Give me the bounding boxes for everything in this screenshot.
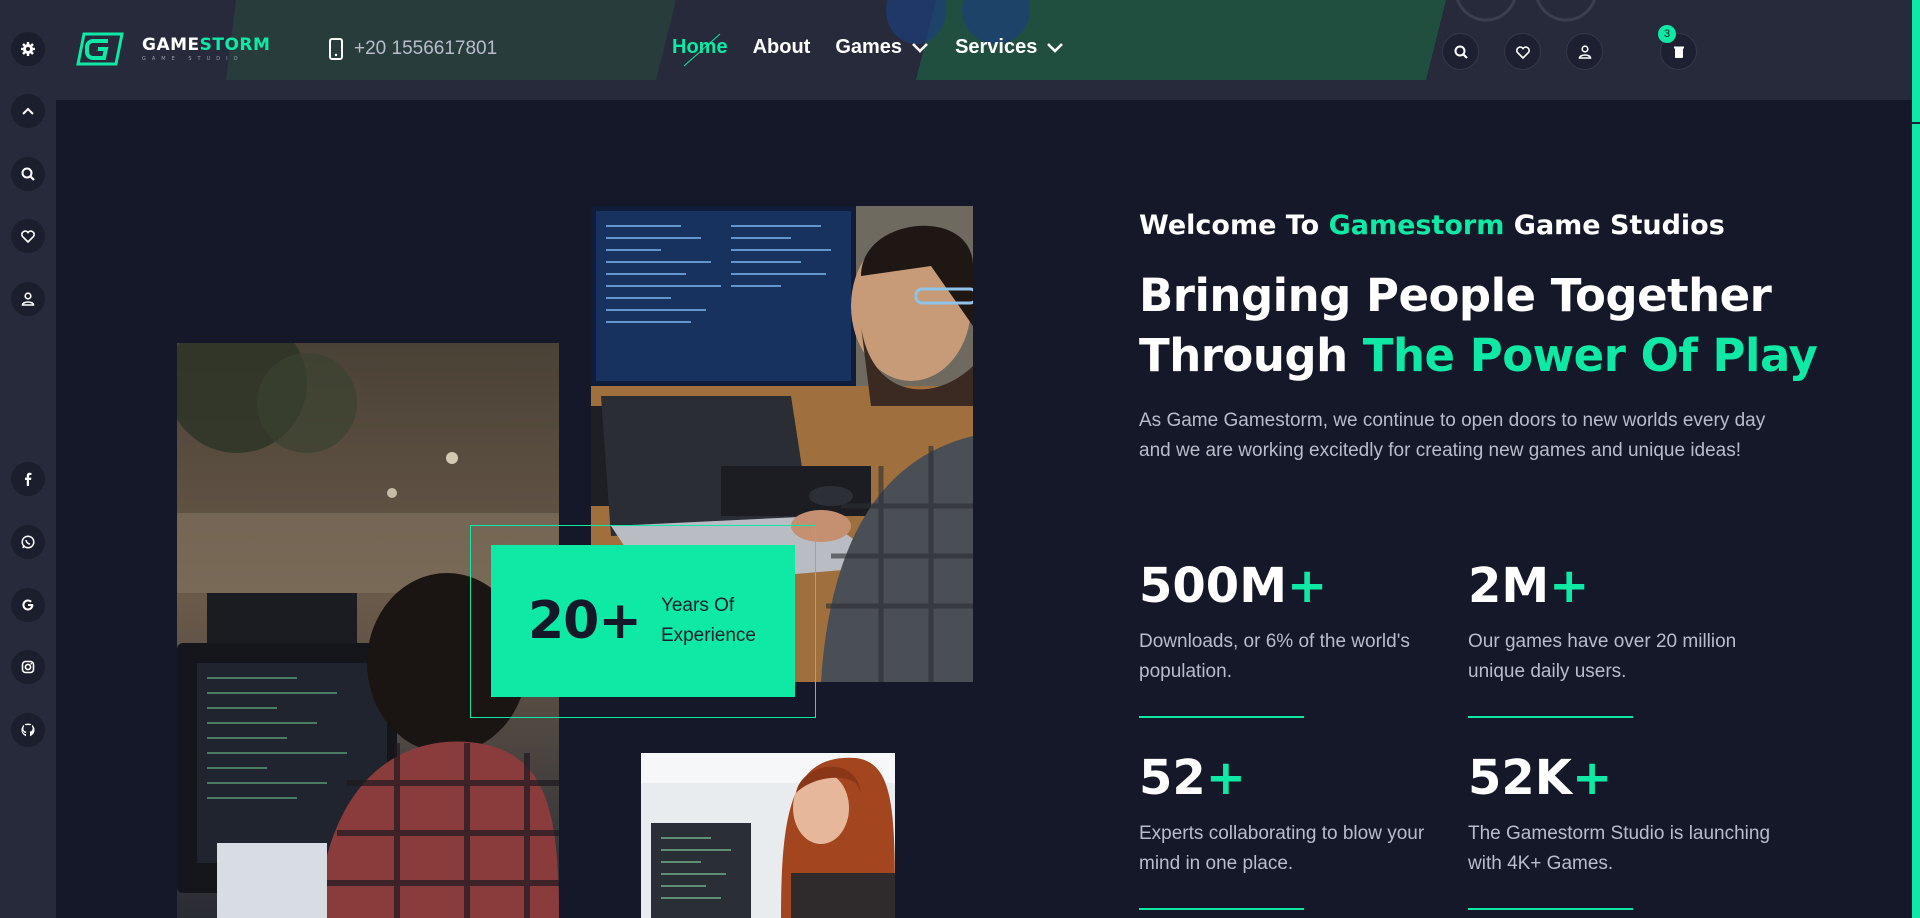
instagram-link[interactable] [11, 650, 45, 684]
experience-label-line1: Years Of [660, 595, 735, 616]
photo-developer-redhead [641, 753, 895, 918]
left-sidebar [0, 0, 56, 918]
stat-desc-line2: with 4K+ Games. [1468, 853, 1614, 874]
github-link[interactable] [11, 713, 45, 747]
stat-plus: + [1286, 558, 1328, 614]
heart-icon [1515, 45, 1530, 59]
headline-highlight: The Power Of Play [1362, 329, 1818, 382]
stat-value: 2M [1468, 558, 1550, 614]
experience-number: 20+ [528, 591, 642, 651]
stat-desc-line2: mind in one place. [1139, 853, 1294, 874]
intro-paragraph: As Game Gamestorm, we continue to open d… [1139, 410, 1766, 461]
stat-plus: + [1572, 750, 1613, 806]
stat-plus: + [1549, 558, 1590, 614]
stat-value: 52K [1468, 750, 1572, 806]
scrollbar-thumb[interactable] [1912, 0, 1920, 122]
active-slash-icon [683, 33, 721, 67]
stat-divider [1468, 908, 1633, 910]
stat-divider [1468, 716, 1633, 718]
redhead-developer-photo-image [641, 753, 895, 918]
nav-games-label: Games [835, 36, 903, 58]
stat-desc-line1: Experts collaborating to blow your [1139, 823, 1425, 844]
stat-games: 52K+ The Gamestorm Studio is launching wi… [1468, 752, 1788, 879]
main-navigation: Home About Games Services [672, 33, 1090, 67]
header-search-button[interactable] [1442, 33, 1479, 70]
user-icon [21, 292, 35, 306]
gamestorm-logo-icon [76, 32, 124, 66]
stat-divider [1139, 716, 1304, 718]
nav-services[interactable]: Services [955, 36, 1065, 59]
search-icon [21, 167, 35, 181]
scroll-top-button[interactable] [11, 94, 45, 128]
stat-downloads: 500M+ Downloads, or 6% of the world's pop… [1139, 560, 1459, 687]
welcome-brand: Gamestorm [1328, 210, 1505, 241]
experience-badge: 20+ Years Of Experience [491, 545, 795, 697]
experience-label-line2: Experience [660, 625, 756, 646]
hero-headline: Bringing People Together Through The Pow… [1139, 266, 1818, 386]
phone-number: +20 1556617801 [354, 38, 498, 59]
nav-about[interactable]: About [753, 36, 811, 59]
phone-icon [329, 38, 343, 60]
page-scrollbar[interactable] [1912, 0, 1920, 918]
facebook-icon [25, 472, 32, 486]
brand-tagline: GAME STUDIO [142, 55, 244, 62]
stat-desc-line2: unique daily users. [1468, 661, 1627, 682]
stat-desc-line2: population. [1139, 661, 1232, 682]
whatsapp-link[interactable] [11, 525, 45, 559]
brand-logo[interactable]: GAMESTORM GAME STUDIO [76, 30, 270, 68]
welcome-prefix: Welcome To [1139, 210, 1329, 241]
chevron-up-icon [22, 107, 34, 115]
stat-value: 52 [1139, 750, 1206, 806]
cart-icon [1673, 46, 1684, 58]
scrollbar-track[interactable] [1912, 124, 1920, 918]
google-icon [22, 599, 34, 611]
search-icon [1454, 45, 1468, 59]
whatsapp-icon [21, 535, 35, 549]
github-icon [21, 723, 35, 737]
stat-desc-line1: Downloads, or 6% of the world's [1139, 631, 1410, 652]
rail-wishlist-button[interactable] [11, 219, 45, 253]
nav-games[interactable]: Games [835, 36, 930, 59]
instagram-icon [21, 660, 35, 674]
facebook-link[interactable] [11, 462, 45, 496]
brand-name-part1: GAME [142, 34, 200, 55]
phone-contact[interactable]: +20 1556617801 [328, 38, 497, 60]
stat-value: 500M [1139, 558, 1287, 614]
gear-icon [21, 42, 35, 56]
user-icon [1578, 44, 1591, 59]
rail-search-button[interactable] [11, 157, 45, 191]
headline-line2-prefix: Through [1139, 329, 1363, 382]
google-link[interactable] [11, 588, 45, 622]
cart-count-badge: 3 [1658, 25, 1676, 43]
headline-line1: Bringing People Together [1139, 269, 1772, 322]
stat-desc-line1: The Gamestorm Studio is launching [1468, 823, 1771, 844]
experience-label: Years Of Experience [661, 591, 756, 651]
chevron-down-icon [912, 42, 928, 53]
welcome-subtitle: Welcome To Gamestorm Game Studios [1139, 210, 1725, 241]
stat-desc-line1: Our games have over 20 million [1468, 631, 1737, 652]
nav-home[interactable]: Home [672, 33, 728, 67]
stat-plus: + [1205, 750, 1247, 806]
header-account-button[interactable] [1566, 33, 1603, 70]
brand-name-part2: STORM [199, 34, 271, 55]
header-cart-button[interactable]: 3 [1658, 25, 1697, 70]
heart-icon [21, 230, 35, 244]
stat-divider [1139, 908, 1304, 910]
chevron-down-icon [1047, 42, 1064, 53]
headline-line2: Through The Power Of Play [1139, 326, 1818, 386]
header-wishlist-button[interactable] [1504, 33, 1541, 70]
rail-account-button[interactable] [11, 282, 45, 316]
settings-gear-button[interactable] [11, 32, 45, 66]
stat-experts: 52+ Experts collaborating to blow your mi… [1139, 752, 1459, 879]
nav-about-label: About [752, 36, 811, 58]
nav-services-label: Services [955, 36, 1038, 58]
welcome-suffix: Game Studios [1504, 210, 1725, 241]
top-header: GAMESTORM GAME STUDIO +20 1556617801 Hom… [56, 0, 1920, 100]
stat-daily-users: 2M+ Our games have over 20 million unique… [1468, 560, 1788, 687]
